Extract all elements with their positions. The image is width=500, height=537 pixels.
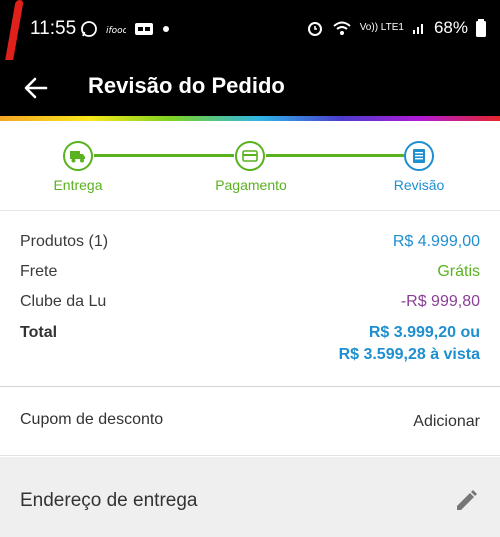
coupon-add-button[interactable]: Adicionar (413, 413, 480, 431)
wifi-icon (333, 21, 351, 35)
club-value: -R$ 999,80 (400, 293, 480, 310)
step-pagamento[interactable] (235, 141, 265, 171)
status-right-icons: Vo)) LTE1 68% (306, 18, 486, 38)
products-value: R$ 4.999,00 (392, 233, 480, 250)
signal-icon (412, 24, 423, 34)
status-time: 11:55 (30, 18, 77, 39)
total-value-cash: R$ 3.599,28 à vista (338, 346, 480, 363)
lte-indicator: Vo)) LTE1 (359, 22, 404, 33)
app-bar: Revisão do Pedido (0, 60, 500, 116)
total-label: Total (20, 324, 58, 341)
shipping-label: Frete (20, 263, 58, 280)
products-label: Produtos (1) (20, 233, 109, 250)
coupon-label: Cupom de desconto (20, 411, 164, 428)
status-bar: 11:55 ifood Vo)) LTE1 68% (0, 0, 500, 60)
step-label-entrega: Entrega (53, 177, 103, 193)
app-icon: ifood (106, 26, 126, 36)
coupon-row[interactable]: Cupom de desconto Adicionar (0, 388, 500, 456)
document-icon (413, 149, 425, 163)
club-label: Clube da Lu (20, 293, 107, 310)
address-title: Endereço de entrega (20, 490, 198, 511)
order-summary: Produtos (1) R$ 4.999,00 Frete Grátis Cl… (0, 211, 500, 387)
address-section: Endereço de entrega (0, 457, 500, 537)
back-arrow-icon[interactable] (22, 74, 50, 102)
step-label-pagamento: Pagamento (215, 177, 287, 193)
status-left-icons: ifood (80, 20, 170, 38)
dot-icon (163, 26, 169, 32)
page-title: Revisão do Pedido (88, 73, 285, 98)
step-label-revisao: Revisão (393, 177, 445, 193)
step-entrega[interactable] (63, 141, 93, 171)
alarm-icon (307, 22, 322, 36)
svg-text:ifood: ifood (106, 26, 126, 36)
step-connector-1 (94, 154, 234, 157)
edit-pencil-icon[interactable] (454, 489, 478, 513)
caption-icon (135, 23, 153, 35)
checkout-stepper: Entrega Pagamento Revisão (0, 121, 500, 211)
shipping-value: Grátis (437, 263, 480, 280)
step-connector-2 (266, 154, 404, 157)
whatsapp-icon (81, 21, 97, 37)
total-value-installments: R$ 3.999,20 ou (368, 324, 480, 341)
battery-icon (476, 19, 486, 37)
truck-icon (70, 151, 85, 163)
battery-percent: 68% (433, 18, 468, 37)
card-icon (242, 150, 258, 162)
step-revisao[interactable] (404, 141, 434, 171)
